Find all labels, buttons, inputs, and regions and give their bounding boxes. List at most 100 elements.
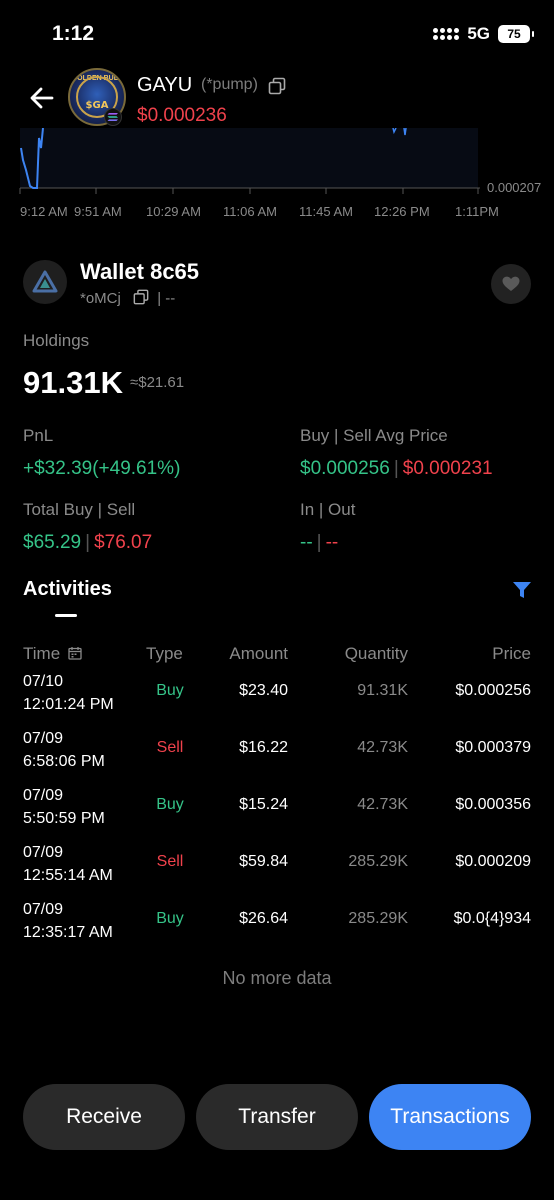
total-sell: $76.07 [94, 532, 153, 553]
column-header-quantity: Quantity [344, 644, 408, 663]
row-amount: $26.64 [239, 910, 288, 927]
row-price: $0.0{4}934 [453, 910, 531, 927]
pnl-label: PnL [23, 426, 54, 445]
row-price: $0.000256 [455, 682, 531, 699]
avg-price-label: Buy | Sell Avg Price [300, 426, 448, 445]
wallet-address: *oMCj | -- [80, 289, 175, 309]
tab-activities[interactable]: Activities [23, 578, 112, 601]
token-tag: (*pump) [201, 76, 258, 93]
x-tick: 12:26 PM [374, 204, 430, 219]
x-tick: 9:12 AM [20, 204, 68, 219]
x-tick: 11:45 AM [299, 204, 353, 219]
column-header-price: Price [492, 644, 531, 663]
receive-button[interactable]: Receive [23, 1084, 185, 1150]
wallet-logo-icon [32, 270, 58, 293]
price-chart[interactable]: 9:12 AM 9:51 AM 10:29 AM 11:06 AM 11:45 … [0, 128, 554, 223]
row-price: $0.000356 [455, 796, 531, 813]
table-row[interactable]: 07/09 5:50:59 PM Buy $15.24 42.73K $0.00… [0, 784, 554, 840]
row-type: Sell [156, 853, 184, 870]
row-date: 07/09 [23, 787, 64, 804]
row-time: 6:58:06 PM [23, 753, 105, 770]
status-indicators: 5G 75 [433, 24, 534, 44]
row-quantity: 91.31K [357, 682, 408, 699]
heart-icon [502, 276, 520, 291]
table-row[interactable]: 07/09 6:58:06 PM Sell $16.22 42.73K $0.0… [0, 727, 554, 783]
row-time: 12:55:14 AM [23, 867, 113, 884]
table-row[interactable]: 07/10 12:01:24 PM Buy $23.40 91.31K $0.0… [0, 670, 554, 726]
avg-price-stat: Buy | Sell Avg Price $0.000256 | $0.000231 [300, 426, 493, 480]
row-time: 12:35:17 AM [23, 924, 113, 941]
row-quantity: 42.73K [357, 796, 408, 813]
row-amount: $16.22 [239, 739, 288, 756]
favorite-button[interactable] [491, 264, 531, 304]
tab-underline [55, 614, 77, 617]
row-amount: $15.24 [239, 796, 288, 813]
row-date: 07/09 [23, 844, 64, 861]
transactions-button[interactable]: Transactions [369, 1084, 531, 1150]
total-label: Total Buy | Sell [23, 500, 136, 519]
no-more-data-text: No more data [222, 968, 332, 988]
row-type: Buy [156, 910, 184, 927]
token-header: GOLDEN BULL $GA GAYU (*pump) $0.000236 [0, 68, 554, 128]
filter-icon[interactable] [512, 580, 532, 605]
total-stat: Total Buy | Sell $65.29 | $76.07 [23, 500, 152, 554]
calendar-icon [68, 647, 82, 660]
row-price: $0.000379 [455, 739, 531, 756]
row-quantity: 42.73K [357, 739, 408, 756]
separator: | [85, 532, 91, 553]
row-time: 12:01:24 PM [23, 696, 114, 713]
battery-icon: 75 [498, 25, 534, 43]
avg-sell-price: $0.000231 [402, 458, 493, 479]
row-datetime: 07/09 12:55:14 AM [23, 841, 113, 887]
row-quantity: 285.29K [348, 853, 408, 870]
row-date: 07/10 [23, 673, 64, 690]
row-datetime: 07/09 6:58:06 PM [23, 727, 105, 773]
row-quantity: 285.29K [348, 910, 408, 927]
inout-stat: In | Out -- | -- [300, 500, 355, 554]
wallet-name: Wallet 8c65 [80, 259, 200, 284]
out-value: -- [325, 532, 339, 553]
row-type: Buy [156, 682, 184, 699]
status-time: 1:12 [52, 22, 95, 45]
table-row[interactable]: 07/09 12:35:17 AM Buy $26.64 285.29K $0.… [0, 898, 554, 954]
battery-level: 75 [507, 27, 521, 41]
x-tick: 1:11PM [455, 204, 499, 219]
network-label: 5G [467, 24, 490, 43]
row-date: 07/09 [23, 901, 64, 918]
column-header-type: Type [146, 644, 183, 663]
column-header-time-label: Time [23, 644, 61, 663]
separator: | [393, 458, 399, 479]
wallet-avatar [23, 260, 67, 304]
separator: | [316, 532, 322, 553]
back-button[interactable] [26, 82, 58, 114]
inout-label: In | Out [300, 500, 356, 519]
x-tick: 9:51 AM [74, 204, 122, 219]
token-price: $0.000236 [137, 105, 227, 126]
row-datetime: 07/09 12:35:17 AM [23, 898, 113, 944]
holdings-usd: ≈$21.61 [130, 374, 185, 391]
pnl-value: +$32.39(+49.61%) [23, 458, 181, 479]
wallet-address-text: *oMCj [80, 289, 121, 307]
solana-chain-icon [104, 108, 122, 126]
avg-buy-price: $0.000256 [300, 458, 390, 479]
row-datetime: 07/10 12:01:24 PM [23, 670, 114, 716]
transfer-button[interactable]: Transfer [196, 1084, 358, 1150]
token-name: GAYU [137, 74, 193, 96]
copy-icon[interactable] [268, 77, 286, 100]
row-datetime: 07/09 5:50:59 PM [23, 784, 105, 830]
row-type: Sell [156, 739, 184, 756]
total-buy: $65.29 [23, 532, 82, 553]
activity-tabs: Activities [0, 578, 554, 622]
column-header-time[interactable]: Time [23, 644, 82, 664]
x-tick: 11:06 AM [223, 204, 277, 219]
holdings-value: 91.31K [23, 365, 123, 400]
signal-icon [433, 28, 460, 40]
row-date: 07/09 [23, 730, 64, 747]
holdings-label: Holdings [23, 331, 90, 350]
x-tick: 10:29 AM [146, 204, 201, 219]
row-type: Buy [156, 796, 184, 813]
pnl-stat: PnL +$32.39(+49.61%) [23, 426, 180, 480]
table-row[interactable]: 07/09 12:55:14 AM Sell $59.84 285.29K $0… [0, 841, 554, 897]
wallet-address-extra: | -- [157, 289, 176, 307]
copy-address-icon[interactable] [133, 289, 149, 309]
